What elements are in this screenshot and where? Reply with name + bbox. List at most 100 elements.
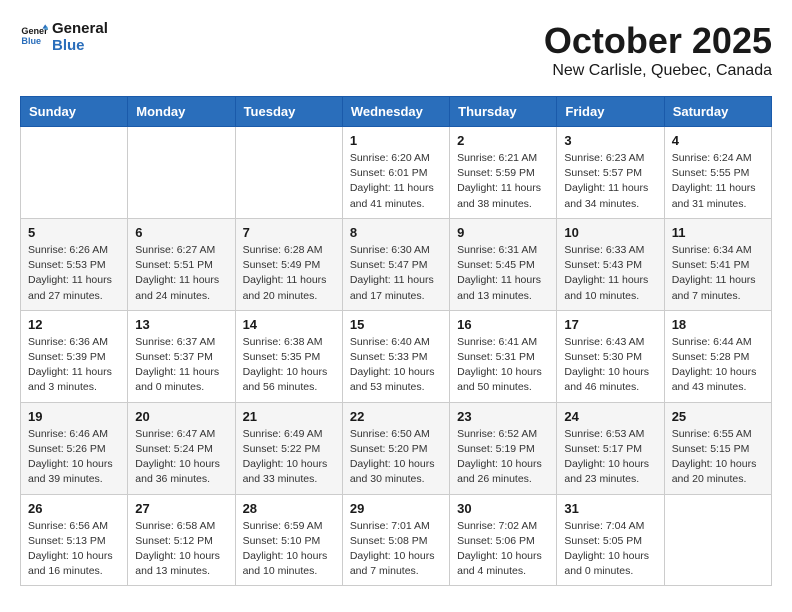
day-info: Sunrise: 6:37 AM Sunset: 5:37 PM Dayligh…	[135, 335, 227, 396]
calendar-cell	[21, 127, 128, 219]
day-number: 14	[243, 317, 335, 332]
calendar-cell: 29 Sunrise: 7:01 AM Sunset: 5:08 PM Dayli…	[342, 494, 449, 586]
calendar-cell: 20Sunrise: 6:47 AM Sunset: 5:24 PM Dayli…	[128, 402, 235, 494]
calendar-cell: 13Sunrise: 6:37 AM Sunset: 5:37 PM Dayli…	[128, 310, 235, 402]
day-number: 11	[672, 225, 764, 240]
day-info: Sunrise: 6:28 AM Sunset: 5:49 PM Dayligh…	[243, 243, 335, 304]
day-info: Sunrise: 6:24 AM Sunset: 5:55 PM Dayligh…	[672, 151, 764, 212]
month-title: October 2025	[544, 20, 772, 62]
calendar-cell: 28 Sunrise: 6:59 AM Sunset: 5:10 PM Dayli…	[235, 494, 342, 586]
day-info: Sunrise: 7:01 AM Sunset: 5:08 PM Dayligh…	[350, 519, 442, 580]
day-number: 12	[28, 317, 120, 332]
logo-icon: General Blue	[20, 23, 48, 51]
day-number: 25	[672, 409, 764, 424]
day-info: Sunrise: 6:38 AM Sunset: 5:35 PM Dayligh…	[243, 335, 335, 396]
header-row: SundayMondayTuesdayWednesdayThursdayFrid…	[21, 97, 772, 127]
calendar-week-5: 26 Sunrise: 6:56 AM Sunset: 5:13 PM Dayli…	[21, 494, 772, 586]
calendar-cell: 12 Sunrise: 6:36 AM Sunset: 5:39 PM Dayli…	[21, 310, 128, 402]
day-number: 2	[457, 133, 549, 148]
page-header: General Blue General Blue October 2025 N…	[20, 20, 772, 80]
day-info: Sunrise: 6:36 AM Sunset: 5:39 PM Dayligh…	[28, 335, 120, 396]
calendar-cell: 2Sunrise: 6:21 AM Sunset: 5:59 PM Daylig…	[450, 127, 557, 219]
day-info: Sunrise: 6:31 AM Sunset: 5:45 PM Dayligh…	[457, 243, 549, 304]
calendar-cell: 24Sunrise: 6:53 AM Sunset: 5:17 PM Dayli…	[557, 402, 664, 494]
calendar-cell: 10 Sunrise: 6:33 AM Sunset: 5:43 PM Dayli…	[557, 218, 664, 310]
day-info: Sunrise: 6:44 AM Sunset: 5:28 PM Dayligh…	[672, 335, 764, 396]
day-number: 8	[350, 225, 442, 240]
day-number: 27	[135, 501, 227, 516]
day-info: Sunrise: 6:23 AM Sunset: 5:57 PM Dayligh…	[564, 151, 656, 212]
logo-blue: Blue	[52, 37, 108, 54]
day-number: 17	[564, 317, 656, 332]
calendar-cell: 9 Sunrise: 6:31 AM Sunset: 5:45 PM Daylig…	[450, 218, 557, 310]
calendar-header: SundayMondayTuesdayWednesdayThursdayFrid…	[21, 97, 772, 127]
calendar-week-4: 19 Sunrise: 6:46 AM Sunset: 5:26 PM Dayli…	[21, 402, 772, 494]
day-info: Sunrise: 7:04 AM Sunset: 5:05 PM Dayligh…	[564, 519, 656, 580]
day-number: 30	[457, 501, 549, 516]
day-info: Sunrise: 6:59 AM Sunset: 5:10 PM Dayligh…	[243, 519, 335, 580]
header-thursday: Thursday	[450, 97, 557, 127]
day-number: 10	[564, 225, 656, 240]
day-number: 4	[672, 133, 764, 148]
day-info: Sunrise: 6:58 AM Sunset: 5:12 PM Dayligh…	[135, 519, 227, 580]
calendar-cell: 31 Sunrise: 7:04 AM Sunset: 5:05 PM Dayli…	[557, 494, 664, 586]
day-info: Sunrise: 6:20 AM Sunset: 6:01 PM Dayligh…	[350, 151, 442, 212]
calendar-cell: 27 Sunrise: 6:58 AM Sunset: 5:12 PM Dayli…	[128, 494, 235, 586]
day-number: 6	[135, 225, 227, 240]
day-info: Sunrise: 6:30 AM Sunset: 5:47 PM Dayligh…	[350, 243, 442, 304]
calendar-cell: 23 Sunrise: 6:52 AM Sunset: 5:19 PM Dayli…	[450, 402, 557, 494]
calendar-cell: 16 Sunrise: 6:41 AM Sunset: 5:31 PM Dayli…	[450, 310, 557, 402]
calendar-cell	[235, 127, 342, 219]
header-friday: Friday	[557, 97, 664, 127]
calendar-cell: 25 Sunrise: 6:55 AM Sunset: 5:15 PM Dayli…	[664, 402, 771, 494]
calendar-table: SundayMondayTuesdayWednesdayThursdayFrid…	[20, 96, 772, 586]
calendar-cell: 21Sunrise: 6:49 AM Sunset: 5:22 PM Dayli…	[235, 402, 342, 494]
day-number: 5	[28, 225, 120, 240]
calendar-cell: 8 Sunrise: 6:30 AM Sunset: 5:47 PM Daylig…	[342, 218, 449, 310]
logo: General Blue General Blue	[20, 20, 108, 54]
calendar-cell: 5 Sunrise: 6:26 AM Sunset: 5:53 PM Daylig…	[21, 218, 128, 310]
day-number: 1	[350, 133, 442, 148]
day-number: 26	[28, 501, 120, 516]
calendar-cell: 26 Sunrise: 6:56 AM Sunset: 5:13 PM Dayli…	[21, 494, 128, 586]
day-number: 22	[350, 409, 442, 424]
day-number: 31	[564, 501, 656, 516]
day-number: 19	[28, 409, 120, 424]
day-info: Sunrise: 6:53 AM Sunset: 5:17 PM Dayligh…	[564, 427, 656, 488]
calendar-cell: 30Sunrise: 7:02 AM Sunset: 5:06 PM Dayli…	[450, 494, 557, 586]
calendar-cell: 1 Sunrise: 6:20 AM Sunset: 6:01 PM Daylig…	[342, 127, 449, 219]
day-info: Sunrise: 6:26 AM Sunset: 5:53 PM Dayligh…	[28, 243, 120, 304]
location-title: New Carlisle, Quebec, Canada	[544, 62, 772, 80]
day-number: 28	[243, 501, 335, 516]
day-number: 15	[350, 317, 442, 332]
calendar-week-1: 1 Sunrise: 6:20 AM Sunset: 6:01 PM Daylig…	[21, 127, 772, 219]
day-info: Sunrise: 6:41 AM Sunset: 5:31 PM Dayligh…	[457, 335, 549, 396]
calendar-cell: 3Sunrise: 6:23 AM Sunset: 5:57 PM Daylig…	[557, 127, 664, 219]
calendar-cell: 18Sunrise: 6:44 AM Sunset: 5:28 PM Dayli…	[664, 310, 771, 402]
day-number: 23	[457, 409, 549, 424]
header-saturday: Saturday	[664, 97, 771, 127]
day-info: Sunrise: 6:33 AM Sunset: 5:43 PM Dayligh…	[564, 243, 656, 304]
calendar-week-2: 5 Sunrise: 6:26 AM Sunset: 5:53 PM Daylig…	[21, 218, 772, 310]
calendar-cell: 15 Sunrise: 6:40 AM Sunset: 5:33 PM Dayli…	[342, 310, 449, 402]
day-info: Sunrise: 6:47 AM Sunset: 5:24 PM Dayligh…	[135, 427, 227, 488]
title-section: October 2025 New Carlisle, Quebec, Canad…	[544, 20, 772, 80]
day-number: 29	[350, 501, 442, 516]
day-info: Sunrise: 6:55 AM Sunset: 5:15 PM Dayligh…	[672, 427, 764, 488]
day-number: 9	[457, 225, 549, 240]
day-number: 7	[243, 225, 335, 240]
calendar-cell: 6 Sunrise: 6:27 AM Sunset: 5:51 PM Daylig…	[128, 218, 235, 310]
svg-text:Blue: Blue	[21, 36, 41, 46]
day-info: Sunrise: 6:56 AM Sunset: 5:13 PM Dayligh…	[28, 519, 120, 580]
day-info: Sunrise: 6:40 AM Sunset: 5:33 PM Dayligh…	[350, 335, 442, 396]
calendar-cell	[664, 494, 771, 586]
calendar-cell: 22Sunrise: 6:50 AM Sunset: 5:20 PM Dayli…	[342, 402, 449, 494]
calendar-week-3: 12 Sunrise: 6:36 AM Sunset: 5:39 PM Dayli…	[21, 310, 772, 402]
calendar-cell: 17Sunrise: 6:43 AM Sunset: 5:30 PM Dayli…	[557, 310, 664, 402]
day-number: 16	[457, 317, 549, 332]
day-info: Sunrise: 6:52 AM Sunset: 5:19 PM Dayligh…	[457, 427, 549, 488]
day-info: Sunrise: 6:46 AM Sunset: 5:26 PM Dayligh…	[28, 427, 120, 488]
calendar-cell	[128, 127, 235, 219]
day-info: Sunrise: 6:27 AM Sunset: 5:51 PM Dayligh…	[135, 243, 227, 304]
day-info: Sunrise: 6:34 AM Sunset: 5:41 PM Dayligh…	[672, 243, 764, 304]
